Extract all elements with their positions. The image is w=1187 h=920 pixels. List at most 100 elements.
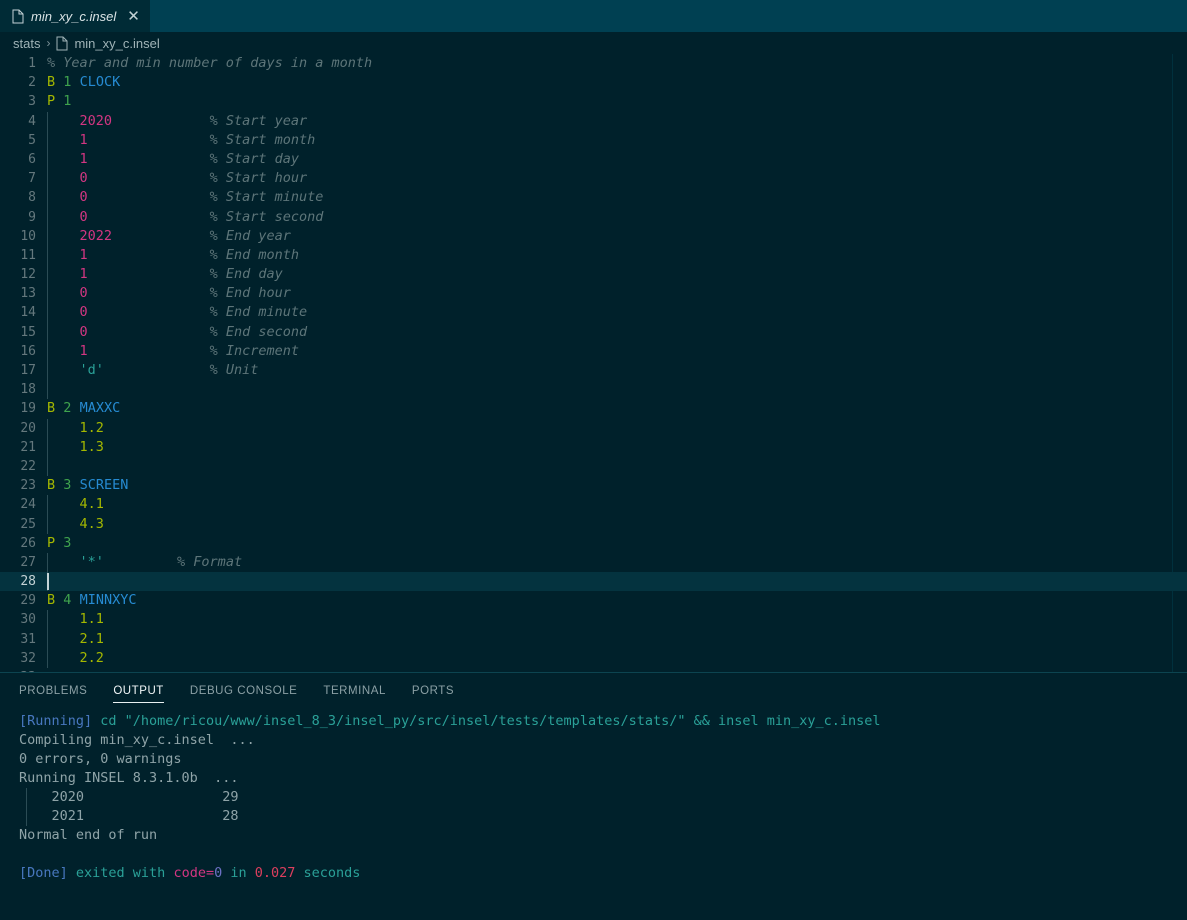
code-token: 'd' <box>47 362 210 378</box>
code-line-18[interactable]: 18 <box>0 380 1187 400</box>
code-token: 4.3 <box>47 515 104 532</box>
panel-tab-terminal[interactable]: TERMINAL <box>323 685 386 703</box>
code-line-content: 1 % Start month <box>47 130 1187 150</box>
line-number-7: 7 <box>28 171 36 187</box>
code-token: P <box>47 534 56 551</box>
code-line-8[interactable]: 8 0 % Start minute <box>0 188 1187 208</box>
code-line-content: 0 % End minute <box>47 303 1187 323</box>
code-line-1[interactable]: 1 % Year and min number of days in a mont… <box>0 54 1187 73</box>
code-line-13[interactable]: 13 0 % End hour <box>0 284 1187 304</box>
code-line-22[interactable]: 22 <box>0 456 1187 477</box>
code-line-12[interactable]: 12 1 % End day <box>0 265 1187 285</box>
code-line-9[interactable]: 9 0 % Start second <box>0 207 1187 227</box>
code-line-content: 4.1 <box>47 495 1187 515</box>
code-token: 3 <box>63 534 72 551</box>
code-token: CLOCK <box>79 74 121 91</box>
output-token: 2020 29 <box>19 789 239 805</box>
code-line-7[interactable]: 7 0 % Start hour <box>0 169 1187 189</box>
output-token: Normal end of run <box>19 827 158 843</box>
panel-tab-debug-console[interactable]: DEBUG CONSOLE <box>190 685 297 703</box>
line-number-17: 17 <box>20 363 36 378</box>
code-line-24[interactable]: 24 4.1 <box>0 495 1187 515</box>
code-line-content: 1.2 <box>47 418 1187 438</box>
code-line-4[interactable]: 4 2020 % Start year <box>0 111 1187 131</box>
indent-guide <box>47 552 48 573</box>
code-token: B <box>47 74 56 91</box>
code-line-15[interactable]: 15 0 % End second <box>0 322 1187 342</box>
output-token: seconds <box>295 865 361 881</box>
code-line-11[interactable]: 11 1 % End month <box>0 245 1187 266</box>
code-line-content <box>47 380 1187 400</box>
code-editor[interactable]: 1 % Year and min number of days in a mont… <box>0 54 1187 672</box>
code-line-14[interactable]: 14 0 % End minute <box>0 303 1187 323</box>
code-line-5[interactable]: 5 1 % Start month <box>0 130 1187 150</box>
code-line-content: 0 % End second <box>47 322 1187 342</box>
line-number-6: 6 <box>28 151 36 167</box>
output-console[interactable]: [Running] cd "/home/ricou/www/insel_8_3/… <box>0 703 1187 918</box>
code-line-30[interactable]: 30 1.1 <box>0 610 1187 630</box>
line-number-29: 29 <box>20 593 36 609</box>
close-icon[interactable]: ✕ <box>127 9 140 24</box>
breadcrumb-file[interactable]: min_xy_c.insel <box>74 36 159 51</box>
indent-guide <box>47 514 48 534</box>
file-icon <box>56 36 68 51</box>
line-number-4: 4 <box>28 113 36 129</box>
output-token: 0 <box>214 865 223 881</box>
code-line-28[interactable]: 28 <box>0 572 1187 592</box>
line-number-27: 27 <box>20 554 36 570</box>
code-line-16[interactable]: 16 1 % Increment <box>0 341 1187 361</box>
code-token: 0 <box>47 170 210 187</box>
panel-tab-output[interactable]: OUTPUT <box>113 685 164 703</box>
code-line-32[interactable]: 32 2.2 <box>0 648 1187 668</box>
panel-tab-ports[interactable]: PORTS <box>412 685 454 703</box>
code-line-content: 1.1 <box>47 610 1187 630</box>
line-number-11: 11 <box>20 247 36 263</box>
code-line-25[interactable]: 25 4.3 <box>0 514 1187 534</box>
line-number-14: 14 <box>20 305 36 321</box>
line-number-13: 13 <box>20 286 36 302</box>
editor-tab-min-xy-c-insel[interactable]: min_xy_c.insel ✕ <box>0 0 150 32</box>
code-token: % Unit <box>209 362 259 378</box>
code-line-31[interactable]: 31 2.1 <box>0 629 1187 649</box>
panel-tab-problems[interactable]: PROBLEMS <box>19 685 87 703</box>
output-token: Compiling min_xy_c.insel ... <box>19 732 255 748</box>
output-line-8 <box>0 845 1187 864</box>
code-line-26[interactable]: 26 P 3 <box>0 534 1187 553</box>
code-line-content: 1 % End day <box>47 265 1187 285</box>
code-line-29[interactable]: 29 B 4 MINNXYC <box>0 591 1187 610</box>
code-line-33[interactable]: 33 <box>0 668 1187 672</box>
indent-guide <box>47 629 48 649</box>
code-line-content: % Year and min number of days in a month <box>47 54 1187 73</box>
code-token: 2.2 <box>47 649 104 666</box>
code-line-19[interactable]: 19 B 2 MAXXC <box>0 399 1187 418</box>
file-icon <box>12 9 24 24</box>
line-number-9: 9 <box>28 209 36 225</box>
code-token: SCREEN <box>79 477 129 494</box>
code-line-10[interactable]: 10 2022 % End year <box>0 226 1187 246</box>
code-line-6[interactable]: 6 1 % Start day <box>0 149 1187 170</box>
code-token: 1 <box>47 246 210 263</box>
code-line-21[interactable]: 21 1.3 <box>0 437 1187 457</box>
line-number-12: 12 <box>20 267 36 283</box>
breadcrumb-folder[interactable]: stats <box>13 36 40 51</box>
output-token: 0 errors, 0 warnings <box>19 751 182 767</box>
code-line-content: 0 % End hour <box>47 284 1187 304</box>
code-line-20[interactable]: 20 1.2 <box>0 418 1187 438</box>
output-token: Running INSEL 8.3.1.0b ... <box>19 770 239 786</box>
code-line-27[interactable]: 27 '*' % Format <box>0 552 1187 573</box>
code-line-3[interactable]: 3P 1 <box>0 92 1187 111</box>
code-token: 0 <box>47 189 210 206</box>
text-cursor <box>47 573 49 591</box>
indent-guide <box>47 226 48 246</box>
code-token: 1 <box>47 342 210 359</box>
code-line-content <box>47 668 1187 672</box>
code-line-content: 0 % Start second <box>47 207 1187 227</box>
code-line-17[interactable]: 17 'd' % Unit <box>0 361 1187 381</box>
code-line-2[interactable]: 2B 1 CLOCK <box>0 73 1187 92</box>
code-token: 0 <box>47 304 210 321</box>
code-line-23[interactable]: 23 B 3 SCREEN <box>0 476 1187 495</box>
